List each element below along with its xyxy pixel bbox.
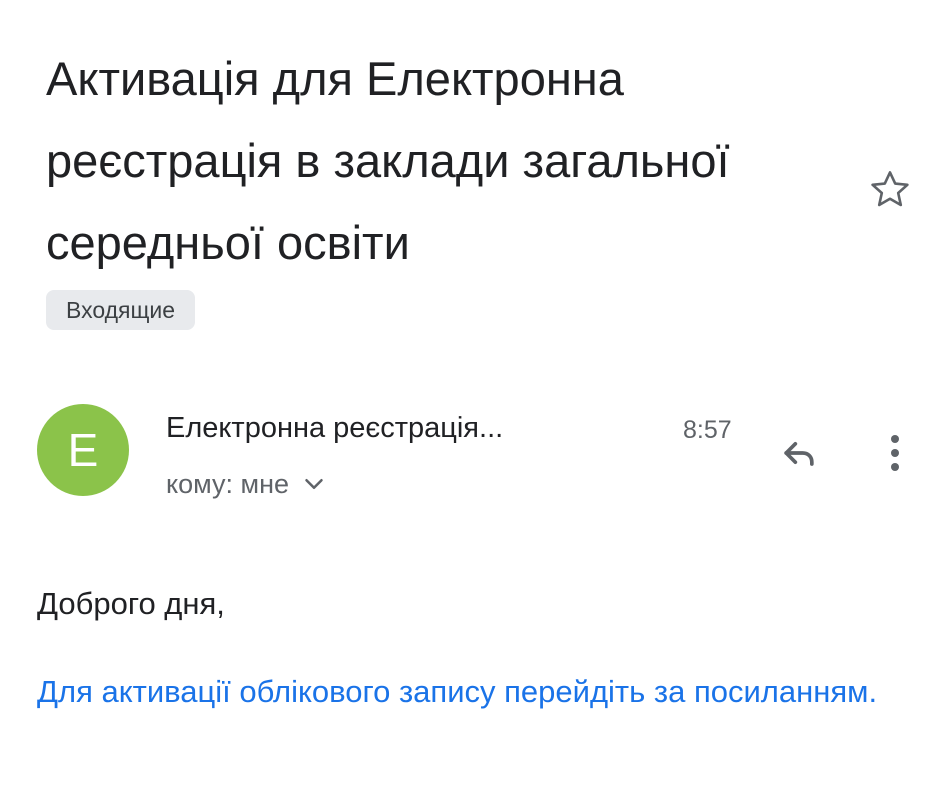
email-time: 8:57 <box>683 416 732 444</box>
recipient-details-toggle[interactable]: кому: мне <box>166 462 329 506</box>
email-subject: Активація для Електронна реєстрація в за… <box>46 52 730 269</box>
sender-avatar[interactable]: Е <box>37 404 129 496</box>
star-outline-icon <box>871 171 909 207</box>
star-button[interactable] <box>866 166 914 214</box>
recipient-text: кому: мне <box>166 468 289 499</box>
more-options-button[interactable] <box>872 426 918 480</box>
email-greeting: Доброго дня, <box>37 586 225 621</box>
reply-button[interactable] <box>770 428 828 478</box>
reply-icon <box>784 442 814 466</box>
activation-link[interactable]: Для активації облікового запису перейдіт… <box>37 668 897 715</box>
chevron-down-icon <box>305 479 323 489</box>
sender-name[interactable]: Електронна реєстрація... <box>166 406 656 450</box>
more-vert-icon <box>891 435 899 471</box>
inbox-label-chip[interactable]: Входящие <box>46 290 196 330</box>
